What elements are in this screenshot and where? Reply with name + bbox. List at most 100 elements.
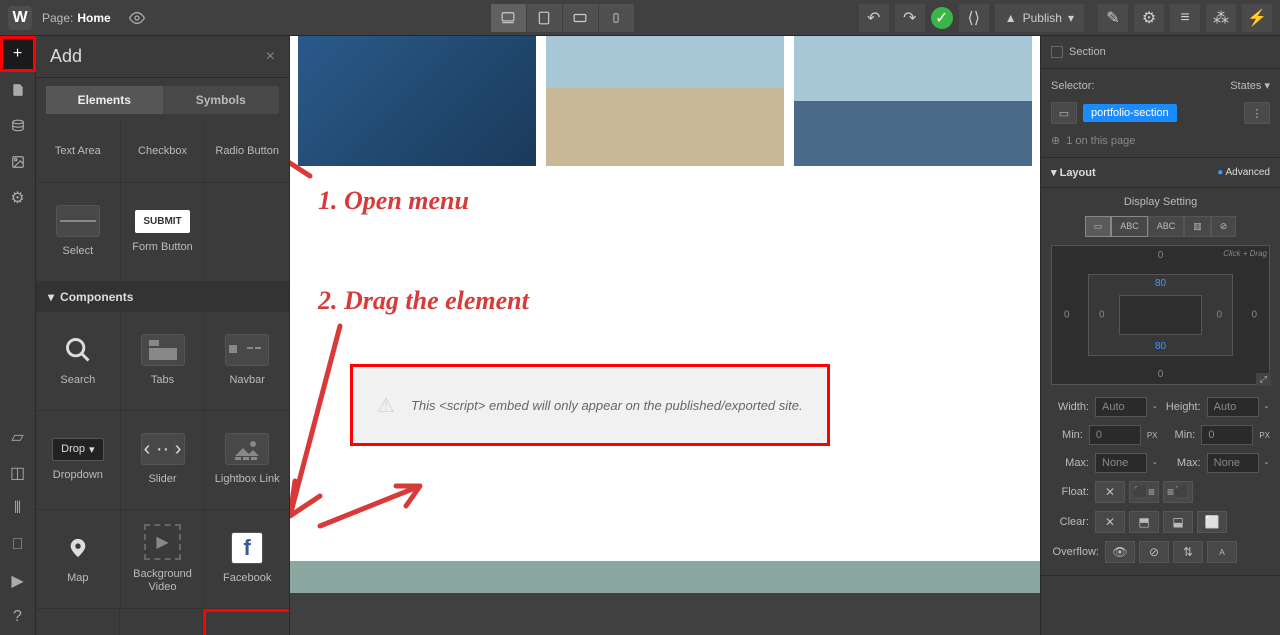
- selector-menu-icon[interactable]: ⋮: [1244, 102, 1270, 124]
- tab-symbols[interactable]: Symbols: [163, 86, 280, 114]
- margin-left[interactable]: 0: [1064, 310, 1070, 321]
- embed-message: This <script> embed will only appear on …: [411, 398, 803, 413]
- max-height-input[interactable]: [1207, 453, 1259, 473]
- element-checkbox[interactable]: Checkbox: [121, 122, 206, 182]
- min-width-label: Min:: [1051, 429, 1083, 441]
- component-lightbox[interactable]: Lightbox Link: [205, 411, 289, 509]
- overflow-auto-button[interactable]: A: [1207, 541, 1237, 563]
- display-flex-button[interactable]: ▥: [1184, 216, 1211, 237]
- display-inline-block-button[interactable]: ABC: [1111, 216, 1148, 237]
- cms-icon[interactable]: [0, 108, 36, 144]
- assets-icon[interactable]: [0, 144, 36, 180]
- bolt-icon[interactable]: ⚡: [1242, 4, 1272, 32]
- publish-button[interactable]: ▲Publish▾: [995, 4, 1084, 32]
- min-width-input[interactable]: [1089, 425, 1141, 445]
- margin-right[interactable]: 0: [1251, 310, 1257, 321]
- portfolio-image[interactable]: [298, 36, 536, 166]
- element-form-button[interactable]: SUBMITForm Button: [121, 183, 206, 281]
- add-element-button[interactable]: +: [0, 36, 36, 72]
- padding-right[interactable]: 0: [1216, 310, 1222, 321]
- bars-icon[interactable]: ⦀: [0, 491, 36, 527]
- component-slider[interactable]: ‹ ·· ›Slider: [121, 411, 206, 509]
- device-desktop-icon[interactable]: ▭: [1051, 102, 1077, 124]
- video-icon[interactable]: ▶: [0, 563, 36, 599]
- spacing-editor[interactable]: Click + Drag 0 0 0 0 80 80 0 0 ⤢: [1051, 245, 1270, 385]
- component-tabs[interactable]: Tabs: [121, 312, 206, 410]
- component-embed[interactable]: </>Embed: [203, 609, 289, 635]
- lightbox-icon: [225, 433, 269, 465]
- undo-icon[interactable]: ↶: [859, 4, 889, 32]
- display-setting-label: Display Setting: [1051, 196, 1270, 208]
- device-tablet-icon[interactable]: [527, 4, 563, 32]
- component-facebook[interactable]: fFacebook: [205, 510, 289, 608]
- element-text-area[interactable]: Text Area: [36, 122, 121, 182]
- overflow-visible-button[interactable]: 👁: [1105, 541, 1135, 563]
- advanced-toggle[interactable]: Advanced: [1226, 167, 1270, 178]
- width-input[interactable]: [1095, 397, 1147, 417]
- float-none-button[interactable]: ✕: [1095, 481, 1125, 503]
- help-icon[interactable]: ?: [0, 599, 36, 635]
- overflow-scroll-button[interactable]: ⇅: [1173, 541, 1203, 563]
- padding-bottom[interactable]: 80: [1155, 341, 1166, 352]
- embed-placeholder[interactable]: ⚠ This <script> embed will only appear o…: [350, 364, 830, 446]
- clear-both-button[interactable]: ⬜: [1197, 511, 1227, 533]
- states-label: States: [1230, 80, 1261, 92]
- audit-icon[interactable]: ◫: [0, 455, 36, 491]
- preview-icon[interactable]: [123, 4, 151, 32]
- brush-icon[interactable]: ✎: [1098, 4, 1128, 32]
- display-inline-button[interactable]: ABC: [1148, 216, 1185, 237]
- component-google-plus[interactable]: G+Google+: [120, 609, 204, 635]
- page-name[interactable]: Home: [77, 11, 110, 25]
- status-check-icon[interactable]: ✓: [931, 7, 953, 29]
- footer-section[interactable]: [290, 561, 1040, 593]
- states-dropdown[interactable]: ▾: [1264, 80, 1270, 92]
- portfolio-image[interactable]: [794, 36, 1032, 166]
- drops-icon[interactable]: ⁂: [1206, 4, 1236, 32]
- tab-elements[interactable]: Elements: [46, 86, 163, 114]
- component-twitter[interactable]: Twitter: [36, 609, 120, 635]
- clear-right-button[interactable]: ⬓: [1163, 511, 1193, 533]
- rocket-icon: ▲: [1005, 11, 1017, 25]
- display-block-button[interactable]: ▭: [1085, 216, 1112, 237]
- components-header[interactable]: ▾Components: [36, 282, 289, 312]
- display-none-button[interactable]: ⊘: [1211, 216, 1237, 237]
- pages-icon[interactable]: [0, 72, 36, 108]
- min-height-input[interactable]: [1201, 425, 1253, 445]
- component-search[interactable]: Search: [36, 312, 121, 410]
- component-bg-video[interactable]: ▶Background Video: [121, 510, 206, 608]
- element-radio-button[interactable]: Radio Button: [205, 122, 289, 182]
- max-width-input[interactable]: [1095, 453, 1147, 473]
- overflow-hidden-button[interactable]: ⊘: [1139, 541, 1169, 563]
- portfolio-image[interactable]: [546, 36, 784, 166]
- device-desktop-icon[interactable]: [491, 4, 527, 32]
- list-icon[interactable]: ≡: [1170, 4, 1200, 32]
- nav-icon[interactable]: ▱: [0, 419, 36, 455]
- section-label: Section: [1069, 46, 1106, 58]
- webflow-logo[interactable]: W: [8, 6, 32, 30]
- search-icon[interactable]: ⎕: [0, 527, 36, 563]
- component-navbar[interactable]: Navbar: [205, 312, 289, 410]
- device-landscape-icon[interactable]: [563, 4, 599, 32]
- component-dropdown[interactable]: Drop▾Dropdown: [36, 411, 121, 509]
- code-icon[interactable]: ⟨⟩: [959, 4, 989, 32]
- expand-icon[interactable]: ⤢: [1256, 373, 1271, 386]
- padding-top[interactable]: 80: [1155, 278, 1166, 289]
- clear-left-button[interactable]: ⬒: [1129, 511, 1159, 533]
- clear-label: Clear:: [1051, 516, 1089, 528]
- height-input[interactable]: [1207, 397, 1259, 417]
- section-checkbox[interactable]: [1051, 46, 1063, 58]
- close-icon[interactable]: ×: [266, 48, 275, 66]
- element-select[interactable]: Select: [36, 183, 121, 281]
- float-left-button[interactable]: ⬛≡: [1129, 481, 1159, 503]
- margin-bottom[interactable]: 0: [1158, 369, 1164, 380]
- margin-top[interactable]: 0: [1158, 250, 1164, 261]
- redo-icon[interactable]: ↷: [895, 4, 925, 32]
- gear-icon[interactable]: ⚙: [1134, 4, 1164, 32]
- selector-class-badge[interactable]: portfolio-section: [1083, 104, 1177, 122]
- device-phone-icon[interactable]: [599, 4, 635, 32]
- component-map[interactable]: Map: [36, 510, 121, 608]
- padding-left[interactable]: 0: [1099, 310, 1105, 321]
- float-right-button[interactable]: ≡⬛: [1163, 481, 1193, 503]
- settings-icon[interactable]: ⚙: [0, 180, 36, 216]
- clear-none-button[interactable]: ✕: [1095, 511, 1125, 533]
